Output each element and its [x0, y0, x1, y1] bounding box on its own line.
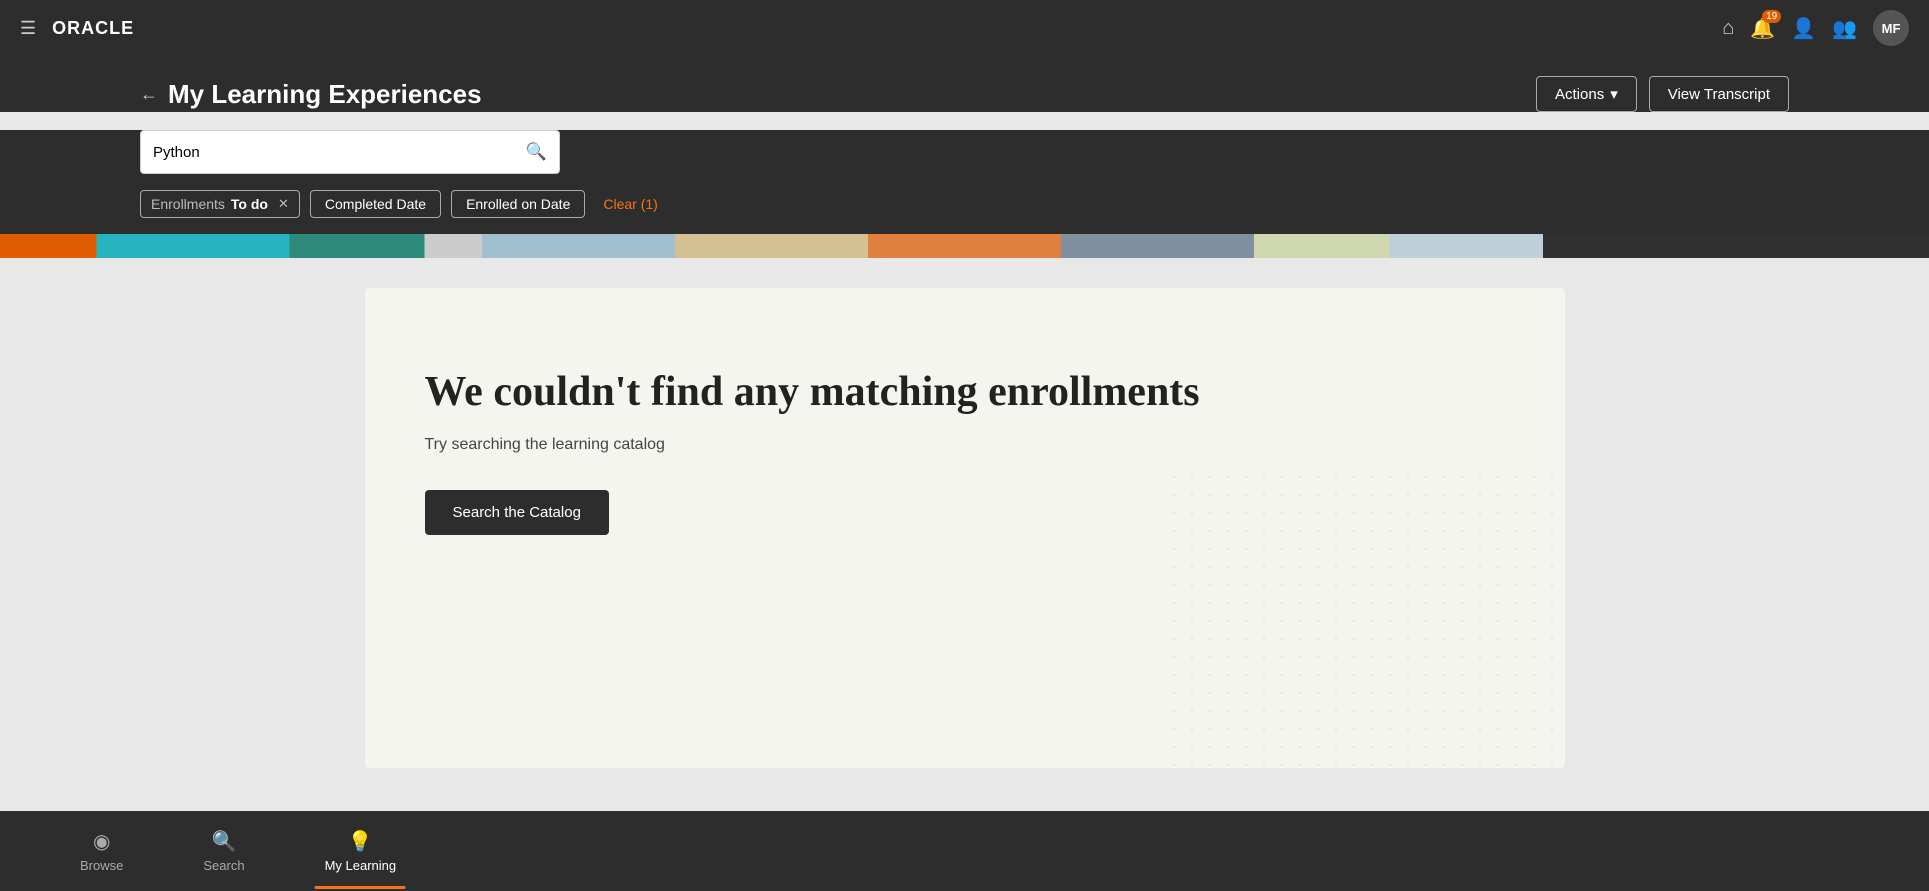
chip-label: Enrollments — [151, 196, 225, 212]
hamburger-icon[interactable]: ☰ — [20, 18, 36, 39]
user-icon[interactable]: 👤 — [1791, 16, 1816, 41]
notification-badge: 19 — [1762, 10, 1781, 23]
browse-icon: ◉ — [93, 829, 110, 854]
enrolled-on-date-filter[interactable]: Enrolled on Date — [451, 190, 585, 218]
browse-label: Browse — [80, 858, 123, 873]
my-learning-label: My Learning — [325, 858, 397, 873]
banner-strip — [0, 234, 1929, 258]
back-button[interactable]: ← — [140, 84, 158, 105]
main-content: We couldn't find any matching enrollment… — [0, 258, 1929, 798]
search-icon[interactable]: 🔍 — [526, 142, 547, 162]
search-catalog-button[interactable]: Search the Catalog — [425, 490, 609, 535]
bottom-navigation: ◉ Browse 🔍 Search 💡 My Learning — [0, 811, 1929, 891]
notification-icon[interactable]: 🔔 19 — [1750, 16, 1775, 41]
actions-button[interactable]: Actions ▾ — [1536, 76, 1637, 112]
search-bottom-icon: 🔍 — [212, 829, 237, 854]
home-icon[interactable]: ⌂ — [1722, 17, 1734, 40]
bottom-nav-search[interactable]: 🔍 Search — [163, 821, 284, 881]
content-card: We couldn't find any matching enrollment… — [365, 288, 1565, 768]
page-title: My Learning Experiences — [168, 79, 482, 110]
view-transcript-button[interactable]: View Transcript — [1649, 76, 1789, 112]
search-bar: 🔍 — [140, 130, 560, 174]
completed-date-filter[interactable]: Completed Date — [310, 190, 441, 218]
avatar[interactable]: MF — [1873, 10, 1909, 46]
user-alt-icon[interactable]: 👥 — [1832, 16, 1857, 41]
oracle-logo: ORACLE — [52, 18, 134, 39]
empty-state-subtitle: Try searching the learning catalog — [425, 436, 1505, 454]
chip-value: To do — [231, 196, 268, 212]
clear-filters-button[interactable]: Clear (1) — [595, 191, 665, 217]
empty-state-title: We couldn't find any matching enrollment… — [425, 368, 1505, 416]
filter-bar: Enrollments To do ✕ Completed Date Enrol… — [0, 190, 1929, 234]
page-header: ← My Learning Experiences Actions ▾ View… — [0, 56, 1929, 112]
bottom-nav-browse[interactable]: ◉ Browse — [40, 821, 163, 881]
search-bar-container: 🔍 — [0, 130, 1929, 190]
top-navigation: ☰ ORACLE ⌂ 🔔 19 👤 👥 MF — [0, 0, 1929, 56]
chevron-down-icon: ▾ — [1610, 85, 1618, 103]
search-input[interactable] — [153, 144, 526, 161]
enrollment-filter-chip[interactable]: Enrollments To do ✕ — [140, 190, 300, 218]
bottom-nav-my-learning[interactable]: 💡 My Learning — [285, 821, 437, 881]
chip-close-icon[interactable]: ✕ — [278, 196, 289, 212]
my-learning-icon: 💡 — [348, 829, 373, 854]
search-label: Search — [203, 858, 244, 873]
